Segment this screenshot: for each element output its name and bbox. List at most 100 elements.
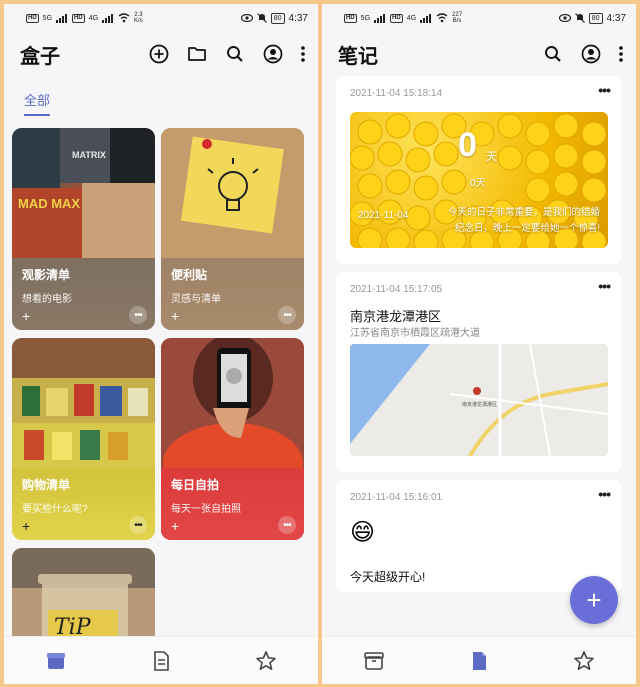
notes-screen: HD 5G HD 4G 227 B/s 80 4:37 笔记 2021-11-04…	[322, 4, 636, 684]
clock: 4:37	[288, 12, 308, 24]
battery-icon: 80	[588, 12, 603, 24]
map-poi-label: 南京港龙潭港区	[462, 401, 497, 408]
signal-label-2: 4G	[88, 14, 99, 22]
star-icon[interactable]	[246, 641, 286, 681]
card-subtitle: 想看的电影	[22, 294, 72, 305]
box-card-sticky[interactable]: 便利贴 灵感与清单 + •••	[161, 128, 304, 330]
signal-icon-2	[420, 13, 432, 23]
battery-icon: 80	[270, 12, 285, 24]
card-body: 便利贴 灵感与清单 + •••	[161, 258, 304, 330]
location-title: 南京港龙潭港区	[350, 309, 442, 324]
clock: 4:37	[606, 12, 626, 24]
net-speed: 2.3 K/s	[134, 12, 143, 24]
movie-title-madmax: MAD MAX	[18, 196, 80, 211]
overflow-menu-icon[interactable]	[296, 39, 310, 69]
plus-icon: +	[586, 584, 602, 615]
countdown-number: 0	[458, 126, 477, 164]
bottom-nav	[322, 636, 636, 684]
add-item-button[interactable]: +	[22, 308, 30, 324]
signal-label-2: 4G	[406, 14, 417, 22]
signal-label: 5G	[42, 14, 53, 22]
boxes-icon[interactable]	[36, 641, 76, 681]
location-map[interactable]: 南京港龙潭港区	[350, 344, 608, 456]
app-bar: 盒子	[4, 32, 318, 76]
card-body: 每日自拍 每天一张自拍照 + •••	[161, 468, 304, 540]
card-title: 便利贴	[171, 268, 208, 282]
card-title: 购物清单	[22, 478, 71, 492]
note-date: 2021-11-04 15:17:05	[350, 284, 443, 295]
note-more-button[interactable]: •••	[598, 486, 611, 502]
account-icon[interactable]	[258, 39, 288, 69]
search-icon[interactable]	[538, 39, 568, 69]
notes-icon[interactable]	[141, 641, 181, 681]
signal-icon	[374, 13, 386, 23]
shopping-shelf-image	[12, 338, 155, 468]
box-card-selfie[interactable]: 每日自拍 每天一张自拍照 + •••	[161, 338, 304, 540]
countdown-text-2: 纪念日，晚上一定要给她一个惊喜!	[454, 223, 600, 234]
eye-icon	[240, 14, 253, 22]
note-more-button[interactable]: •••	[598, 278, 611, 294]
net-speed: 227 B/s	[452, 12, 463, 24]
box-card-movies[interactable]: MAD MAX MATRIX 观影清单 想看的电影 + •••	[12, 128, 155, 330]
sticky-note-image	[161, 128, 304, 258]
signal-icon	[56, 13, 68, 23]
hd-badge: HD	[26, 13, 39, 23]
boxes-screen: HD 5G HD 4G 2.3 K/s 80 4:37 盒子 全部 MAD MA…	[4, 4, 318, 684]
card-title: 观影清单	[22, 268, 71, 282]
status-bar: HD 5G HD 4G 227 B/s 80 4:37	[322, 4, 636, 32]
movie-title-matrix: MATRIX	[72, 150, 106, 160]
add-circle-icon[interactable]	[144, 39, 174, 69]
bottom-nav	[4, 636, 318, 684]
hd-badge-2: HD	[72, 13, 85, 23]
note-emoji[interactable]: 2021-11-04 15:16:01 ••• 😄 今天超级开心!	[336, 480, 622, 592]
countdown-banner: 0 天 0天 2021-11-04 今天的日子非常重要，是我们的结婚 纪念日，晚…	[350, 112, 608, 248]
mute-bell-icon	[574, 13, 585, 23]
boxes-icon[interactable]	[354, 641, 394, 681]
box-card-tips[interactable]: TiP	[12, 548, 155, 648]
signal-icon-2	[102, 13, 114, 23]
hd-badge: HD	[344, 13, 357, 23]
card-title: 每日自拍	[171, 478, 220, 492]
card-more-button[interactable]: •••	[278, 306, 296, 324]
movie-posters-image: MAD MAX MATRIX	[12, 128, 155, 258]
tab-bar: 全部	[4, 76, 318, 120]
card-more-button[interactable]: •••	[278, 516, 296, 534]
note-date: 2021-11-04 15:16:01	[350, 492, 443, 503]
countdown-text-1: 今天的日子非常重要，是我们的结婚	[447, 207, 600, 218]
add-item-button[interactable]: +	[171, 308, 179, 324]
notes-icon[interactable]	[459, 641, 499, 681]
tab-indicator	[24, 114, 50, 116]
tips-jar-image: TiP	[12, 548, 155, 648]
card-subtitle: 要买些什么呢?	[22, 504, 88, 515]
wifi-icon	[436, 13, 448, 23]
note-location[interactable]: 2021-11-04 15:17:05 ••• 南京港龙潭港区 江苏省南京市栖霞…	[336, 272, 622, 472]
note-countdown[interactable]: 2021-11-04 15:18:14 ••• 0 天 0天 2021-11-0…	[336, 76, 622, 264]
search-icon[interactable]	[220, 39, 250, 69]
card-more-button[interactable]: •••	[129, 306, 147, 324]
add-item-button[interactable]: +	[22, 518, 30, 534]
add-item-button[interactable]: +	[171, 518, 179, 534]
selfie-image	[161, 338, 304, 503]
add-note-button[interactable]: +	[570, 576, 618, 624]
card-subtitle: 灵感与清单	[171, 294, 221, 305]
note-more-button[interactable]: •••	[598, 82, 611, 98]
grinning-face-emoji: 😄	[350, 519, 376, 546]
box-card-shopping[interactable]: 购物清单 要买些什么呢? + •••	[12, 338, 155, 540]
card-body: 观影清单 想看的电影 + •••	[12, 258, 155, 330]
tab-all[interactable]: 全部	[24, 90, 50, 109]
account-icon[interactable]	[576, 39, 606, 69]
countdown-sub: 0天	[470, 178, 486, 189]
mute-bell-icon	[256, 13, 267, 23]
hd-badge-2: HD	[390, 13, 403, 23]
note-text: 今天超级开心!	[350, 570, 426, 584]
overflow-menu-icon[interactable]	[614, 39, 628, 69]
card-more-button[interactable]: •••	[129, 516, 147, 534]
location-address: 江苏省南京市栖霞区疏港大道	[350, 328, 480, 339]
eye-icon	[558, 14, 571, 22]
app-bar: 笔记	[322, 32, 636, 76]
star-icon[interactable]	[564, 641, 604, 681]
page-title: 盒子	[20, 45, 60, 68]
page-title: 笔记	[338, 45, 378, 68]
folder-icon[interactable]	[182, 39, 212, 69]
wifi-icon	[118, 13, 130, 23]
